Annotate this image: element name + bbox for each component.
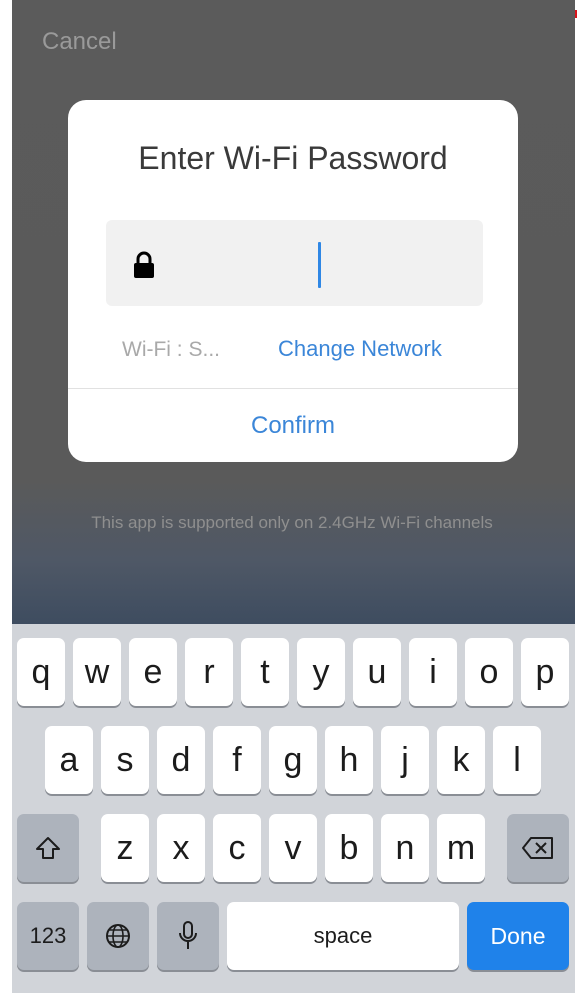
microphone-icon bbox=[179, 921, 197, 949]
space-key[interactable]: space bbox=[227, 902, 459, 970]
key-i[interactable]: i bbox=[409, 638, 457, 706]
confirm-button[interactable]: Confirm bbox=[68, 389, 518, 462]
dialog-title: Enter Wi-Fi Password bbox=[138, 140, 448, 176]
numbers-key[interactable]: 123 bbox=[17, 902, 79, 970]
key-s[interactable]: s bbox=[101, 726, 149, 794]
wifi-network-label: Wi-Fi : S... bbox=[122, 338, 220, 361]
backspace-icon bbox=[522, 837, 553, 859]
key-y[interactable]: y bbox=[297, 638, 345, 706]
key-n[interactable]: n bbox=[381, 814, 429, 882]
key-d[interactable]: d bbox=[157, 726, 205, 794]
lock-icon bbox=[134, 251, 154, 278]
password-field[interactable] bbox=[106, 220, 483, 306]
key-a[interactable]: a bbox=[45, 726, 93, 794]
key-r[interactable]: r bbox=[185, 638, 233, 706]
screen: Cancel Enter Wi-Fi Password Wi-Fi : S...… bbox=[12, 0, 575, 993]
shift-icon bbox=[36, 837, 60, 859]
key-b[interactable]: b bbox=[325, 814, 373, 882]
key-u[interactable]: u bbox=[353, 638, 401, 706]
done-key[interactable]: Done bbox=[467, 902, 569, 970]
key-m[interactable]: m bbox=[437, 814, 485, 882]
change-network-link[interactable]: Change Network bbox=[278, 336, 442, 362]
key-t[interactable]: t bbox=[241, 638, 289, 706]
key-g[interactable]: g bbox=[269, 726, 317, 794]
key-j[interactable]: j bbox=[381, 726, 429, 794]
text-caret bbox=[318, 242, 321, 288]
key-l[interactable]: l bbox=[493, 726, 541, 794]
key-z[interactable]: z bbox=[101, 814, 149, 882]
key-o[interactable]: o bbox=[465, 638, 513, 706]
key-w[interactable]: w bbox=[73, 638, 121, 706]
key-c[interactable]: c bbox=[213, 814, 261, 882]
key-p[interactable]: p bbox=[521, 638, 569, 706]
support-note: This app is supported only on 2.4GHz Wi-… bbox=[91, 513, 493, 532]
microphone-key[interactable] bbox=[157, 902, 219, 970]
cancel-button[interactable]: Cancel bbox=[42, 28, 117, 56]
keyboard: q w e r t y u i o p a s d f g h j k l z … bbox=[12, 624, 575, 993]
key-e[interactable]: e bbox=[129, 638, 177, 706]
key-f[interactable]: f bbox=[213, 726, 261, 794]
key-x[interactable]: x bbox=[157, 814, 205, 882]
backspace-key[interactable] bbox=[507, 814, 569, 882]
globe-key[interactable] bbox=[87, 902, 149, 970]
shift-key[interactable] bbox=[17, 814, 79, 882]
globe-icon bbox=[106, 924, 130, 948]
key-k[interactable]: k bbox=[437, 726, 485, 794]
key-h[interactable]: h bbox=[325, 726, 373, 794]
key-q[interactable]: q bbox=[17, 638, 65, 706]
key-v[interactable]: v bbox=[269, 814, 317, 882]
wifi-password-dialog: Enter Wi-Fi Password Wi-Fi : S... Change… bbox=[68, 100, 518, 462]
